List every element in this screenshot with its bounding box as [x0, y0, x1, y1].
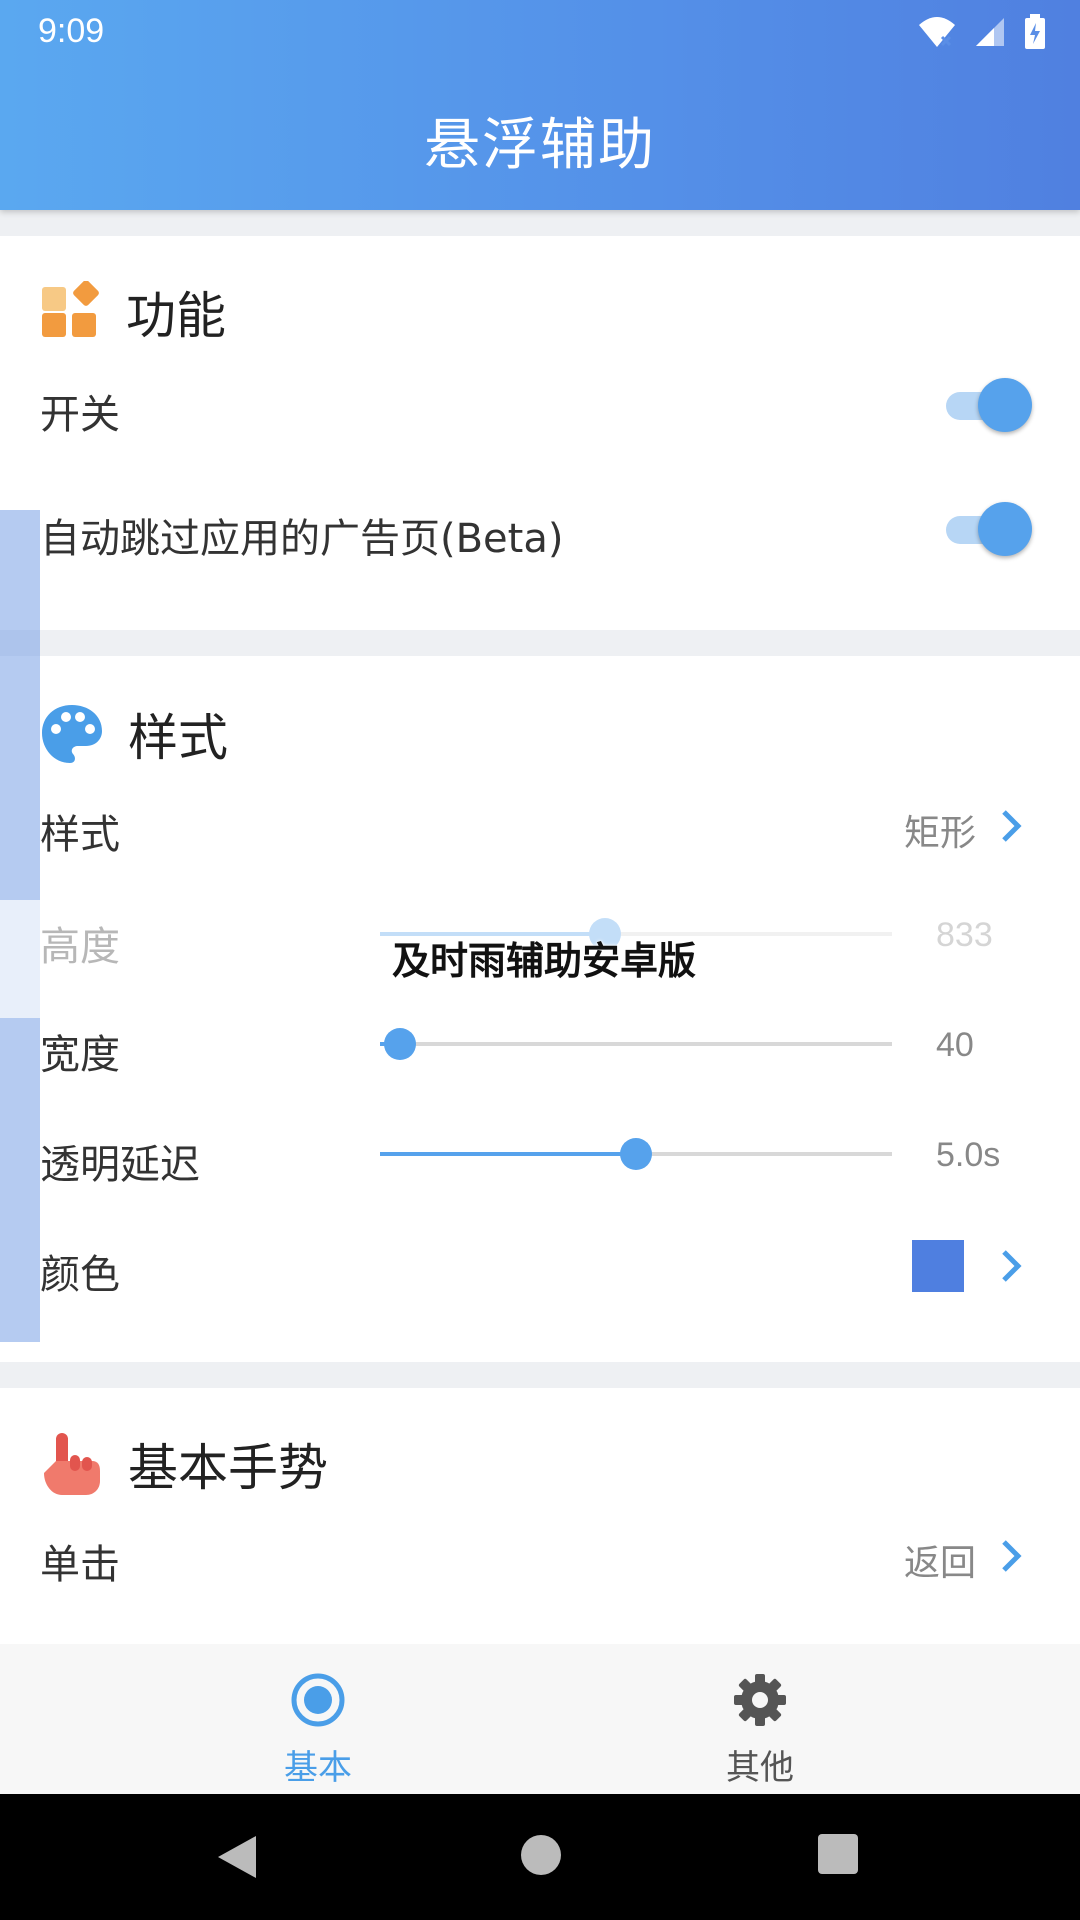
tab-basic-label: 基本 — [284, 1748, 352, 1788]
section-title: 基本手势 — [128, 1439, 328, 1497]
gesture-section-header: 基本手势 — [40, 1428, 328, 1500]
style-row-label: 样式 — [40, 812, 120, 858]
page-title: 悬浮辅助 — [424, 113, 656, 178]
fade-delay-slider[interactable] — [380, 1134, 892, 1174]
gesture-card: 基本手势 单击 返回 — [0, 1388, 1080, 1644]
back-icon[interactable] — [214, 1832, 260, 1882]
tap-row-label: 单击 — [40, 1542, 120, 1588]
radio-target-icon — [291, 1673, 345, 1727]
hand-pointer-icon — [44, 1433, 100, 1495]
style-row-value: 矩形 — [904, 813, 977, 854]
status-icons — [918, 14, 1046, 50]
height-value: 833 — [936, 916, 993, 954]
width-value: 40 — [936, 1026, 974, 1064]
chevron-right-icon — [1002, 810, 1022, 842]
enable-switch[interactable] — [946, 378, 1032, 434]
watermark-text: 及时雨辅助安卓版 — [392, 939, 697, 983]
tap-row-value: 返回 — [904, 1543, 977, 1584]
style-card: 样式 样式 矩形 高度 833 宽度 40 透明延迟 5.0s 颜色 — [0, 656, 1080, 1362]
chevron-right-icon — [1002, 1250, 1022, 1282]
grid-icon — [42, 281, 99, 337]
palette-icon — [42, 705, 102, 763]
status-time: 9:09 — [38, 12, 105, 50]
wifi-icon — [919, 17, 955, 47]
function-card: 功能 开关 自动跳过应用的广告页(Beta) — [0, 236, 1080, 630]
tab-other[interactable]: 其他 — [660, 1672, 860, 1789]
color-swatch — [912, 1240, 964, 1292]
tab-other-label: 其他 — [726, 1748, 794, 1788]
tab-basic[interactable]: 基本 — [218, 1672, 418, 1789]
width-row-label: 宽度 — [40, 1032, 120, 1078]
floating-handle-gap — [0, 900, 40, 1018]
home-icon[interactable] — [518, 1832, 564, 1878]
gear-icon — [734, 1674, 786, 1726]
section-title: 样式 — [128, 709, 228, 767]
skip-ads-switch[interactable] — [946, 502, 1032, 558]
section-title: 功能 — [126, 287, 226, 345]
recents-icon[interactable] — [816, 1832, 860, 1876]
floating-handle-lower[interactable] — [0, 1018, 40, 1342]
fade-delay-value: 5.0s — [936, 1136, 1001, 1174]
battery-icon — [1025, 14, 1045, 49]
app-bar: 9:09 悬浮辅助 — [0, 0, 1080, 210]
function-section-header: 功能 — [40, 276, 226, 348]
chevron-right-icon — [1002, 1540, 1022, 1572]
fade-delay-row-label: 透明延迟 — [40, 1142, 200, 1188]
color-row-label: 颜色 — [40, 1252, 120, 1298]
signal-icon — [976, 18, 1004, 46]
system-nav-bar — [0, 1794, 1080, 1920]
style-section-header: 样式 — [40, 698, 228, 770]
floating-handle[interactable] — [0, 510, 40, 900]
bottom-nav: 基本 其他 — [0, 1644, 1080, 1794]
height-row-label: 高度 — [40, 924, 120, 970]
width-slider[interactable] — [380, 1024, 892, 1064]
switch-row-label: 开关 — [40, 392, 120, 438]
skip-ads-row-label: 自动跳过应用的广告页(Beta) — [40, 516, 564, 562]
